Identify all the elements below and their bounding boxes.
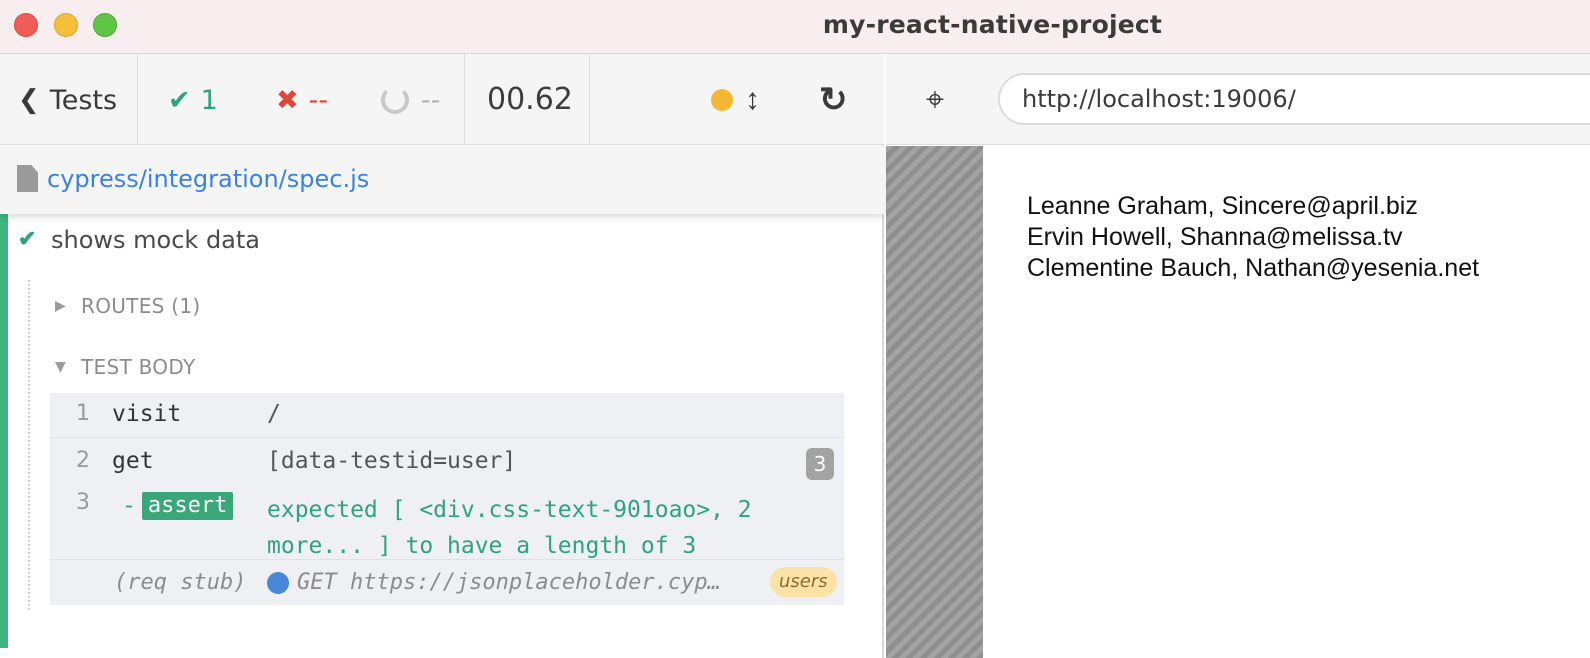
reporter-toolbar: ❮ Tests ✔ 1 ✖ -- -- 00.62 ↕ ↻	[0, 54, 884, 145]
user-item: Clementine Bauch, Nathan@yesenia.net	[1027, 254, 1480, 282]
user-item: Ervin Howell, Shanna@melissa.tv	[1027, 223, 1403, 251]
command-row[interactable]: 2 get [data-testid=user] 3	[50, 438, 844, 480]
duration: 00.62	[487, 82, 573, 117]
passed-indicator-bar	[0, 214, 8, 648]
element-count-badge: 3	[806, 448, 834, 480]
user-item: Leanne Graham, Sincere@april.biz	[1027, 192, 1418, 220]
passed-count: 1	[200, 84, 218, 116]
tests-label: Tests	[49, 84, 118, 116]
spinner-icon	[381, 86, 409, 114]
x-icon: ✖	[276, 84, 299, 116]
command-message: /	[267, 401, 281, 427]
user-list: Leanne Graham, Sincere@april.biz Ervin H…	[1027, 191, 1479, 284]
caret-down-icon: ▼	[55, 359, 67, 375]
command-row[interactable]: 1 visit /	[50, 393, 844, 438]
command-message: [data-testid=user]	[267, 448, 517, 474]
aut-header: ⌖ http://localhost:19006/	[886, 54, 1590, 145]
routes-label: ROUTES (1)	[81, 294, 201, 318]
failed-count: --	[308, 84, 329, 116]
assert-message-line: expected [ <div.css-text-901oao>, 2	[267, 497, 752, 523]
aut-background-stripes	[886, 146, 983, 658]
req-stub-label: (req stub)	[114, 570, 247, 595]
assert-message: expected [ <div.css-text-901oao>, 2 more…	[267, 492, 807, 564]
checkmark-icon: ✔	[18, 226, 37, 251]
alias-badge: users	[770, 567, 837, 597]
test-title[interactable]: shows mock data	[51, 226, 260, 254]
file-icon	[17, 165, 38, 192]
tests-back-button[interactable]: ❮ Tests	[18, 80, 117, 120]
routes-section-header[interactable]: ▶ ROUTES (1)	[55, 294, 201, 318]
test-body-section-header[interactable]: ▼ TEST BODY	[55, 355, 195, 379]
command-name: visit	[112, 401, 182, 427]
assert-message-line: more... ] to have a length of 3	[267, 533, 697, 559]
command-name: get	[112, 448, 154, 474]
vertical-resize-icon[interactable]: ↕	[745, 80, 760, 120]
request-url: GET https://jsonplaceholder.cyp…	[297, 570, 721, 595]
command-number: 2	[76, 448, 90, 473]
command-log: 1 visit / 2 get [data-testid=user] 3 3 -…	[50, 393, 844, 605]
assert-prefix: -	[122, 493, 136, 519]
test-runnable: ✔ shows mock data ▶ ROUTES (1) ▼ TEST BO…	[0, 214, 884, 658]
failed-stat: ✖ --	[276, 80, 328, 120]
divider	[589, 54, 590, 145]
reporter-panel: ❮ Tests ✔ 1 ✖ -- -- 00.62 ↕ ↻ cypress/in…	[0, 54, 884, 658]
selector-playground-crosshair-icon[interactable]: ⌖	[926, 80, 944, 118]
window-title: my-react-native-project	[822, 10, 1163, 39]
passed-stat: ✔ 1	[168, 80, 218, 120]
route-log-row[interactable]: (req stub) GET https://jsonplaceholder.c…	[50, 560, 844, 605]
command-number: 1	[76, 401, 90, 426]
app-preview-frame: Leanne Graham, Sincere@april.biz Ervin H…	[983, 146, 1590, 658]
spec-path-link[interactable]: cypress/integration/spec.js	[47, 165, 369, 193]
checkmark-icon: ✔	[168, 84, 191, 116]
test-body-label: TEST BODY	[81, 355, 196, 379]
status-dot	[711, 89, 733, 111]
command-row[interactable]: 3 - assert expected [ <div.css-text-901o…	[50, 478, 844, 560]
assert-command: - assert	[122, 492, 234, 520]
url-bar[interactable]: http://localhost:19006/	[998, 73, 1590, 125]
divider	[137, 54, 138, 145]
pending-stat: --	[381, 80, 441, 120]
window-titlebar: my-react-native-project	[0, 0, 1590, 54]
assert-badge: assert	[141, 492, 234, 520]
caret-right-icon: ▶	[55, 298, 67, 314]
command-number: 3	[76, 490, 90, 515]
chevron-left-icon: ❮	[18, 85, 40, 115]
reload-icon[interactable]: ↻	[819, 78, 848, 122]
pending-count: --	[421, 84, 441, 116]
divider	[464, 54, 465, 145]
spec-header: cypress/integration/spec.js	[0, 146, 884, 214]
request-status-dot	[267, 572, 289, 594]
tree-guide-line	[28, 280, 30, 610]
